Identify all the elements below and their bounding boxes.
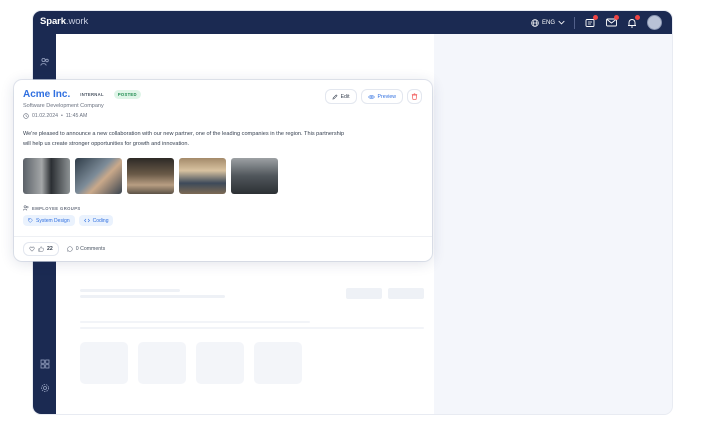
users-icon [23,205,29,211]
thumbs-up-icon [38,246,44,252]
datetime-separator: • [60,113,63,119]
company-subtitle: Software Development Company [23,103,104,109]
globe-icon [531,18,539,27]
employee-group-tags: System Design Coding [23,215,114,226]
brand-name: Spark [40,16,66,27]
language-selector[interactable]: ENG [531,18,565,27]
users-icon [39,57,49,66]
tag-icon [28,218,33,223]
comments-button[interactable]: 0 Comments [67,246,105,252]
comment-icon [67,246,73,252]
gallery-photo[interactable] [127,158,174,194]
top-bar: Spark.work ENG [33,11,672,34]
heart-icon [29,246,35,252]
skeleton-tile [80,342,128,384]
post-message: We're pleased to announce a new collabor… [23,131,345,147]
skeleton-button [388,288,424,299]
top-bar-actions: ENG [531,14,662,30]
notifications-button[interactable] [626,14,640,29]
reactions-button[interactable]: 22 [23,242,59,256]
gallery-photo[interactable] [179,158,226,194]
reaction-count: 22 [47,246,53,252]
sidebar-item-settings[interactable] [39,382,50,393]
skeleton-tile [254,342,302,384]
mail-notification-dot [614,14,619,20]
skeleton-tile [138,342,186,384]
sidebar-item-users[interactable] [39,56,50,67]
preview-button[interactable]: Preview [360,89,403,104]
mail-button[interactable] [605,14,619,29]
tag-system-design[interactable]: System Design [23,215,75,226]
language-label: ENG [541,19,555,26]
tasks-notification-dot [593,14,598,20]
tasks-button[interactable] [584,14,598,29]
trash-icon [411,93,418,100]
pencil-icon [332,94,338,99]
clock-icon [23,113,29,119]
post-footer: 22 0 Comments [23,242,105,256]
skeleton-line [80,327,424,329]
brand-logo[interactable]: Spark.work [40,16,88,27]
post-title-row: Acme Inc. INTERNAL POSTED [23,89,141,100]
comments-count: 0 Comments [75,246,106,252]
preview-label: Preview [377,93,396,100]
top-bar-divider [574,16,575,29]
post-date: 01.02.2024 [32,113,58,119]
tag-coding[interactable]: Coding [78,215,114,226]
skeleton-tile [196,342,244,384]
company-name[interactable]: Acme Inc. [23,89,70,100]
photo-gallery [23,158,278,194]
skeleton-line [80,321,310,323]
eye-icon [367,94,375,99]
code-icon [83,218,90,223]
tag-label: Coding [92,217,109,224]
chevron-down-icon [558,20,565,25]
sidebar-item-dashboard[interactable] [39,358,50,369]
gear-icon [40,383,49,392]
card-divider [14,236,432,237]
status-badge: POSTED [113,90,141,99]
post-time: 11:45 AM [65,113,88,119]
tag-label: System Design [36,217,70,224]
internal-badge: INTERNAL [76,90,108,99]
employee-groups-label: EMPLOYEE GROUPS [32,205,81,211]
employee-groups-heading: EMPLOYEE GROUPS [23,205,81,211]
skeleton-line [80,289,180,292]
gallery-photo[interactable] [231,158,278,194]
delete-button[interactable] [407,89,422,104]
gallery-photo[interactable] [75,158,122,194]
bell-notification-dot [635,14,640,20]
skeleton-line [80,295,225,298]
post-datetime: 01.02.2024 • 11:45 AM [23,113,87,119]
skeleton-button [346,288,382,299]
edit-label: Edit [340,93,350,100]
grid-icon [40,359,49,368]
brand-suffix: .work [65,16,89,27]
post-card: Acme Inc. INTERNAL POSTED Software Devel… [14,80,432,261]
edit-button[interactable]: Edit [324,89,357,104]
gallery-photo[interactable] [23,158,70,194]
user-avatar[interactable] [647,15,662,30]
post-actions: Edit Preview [324,89,422,104]
